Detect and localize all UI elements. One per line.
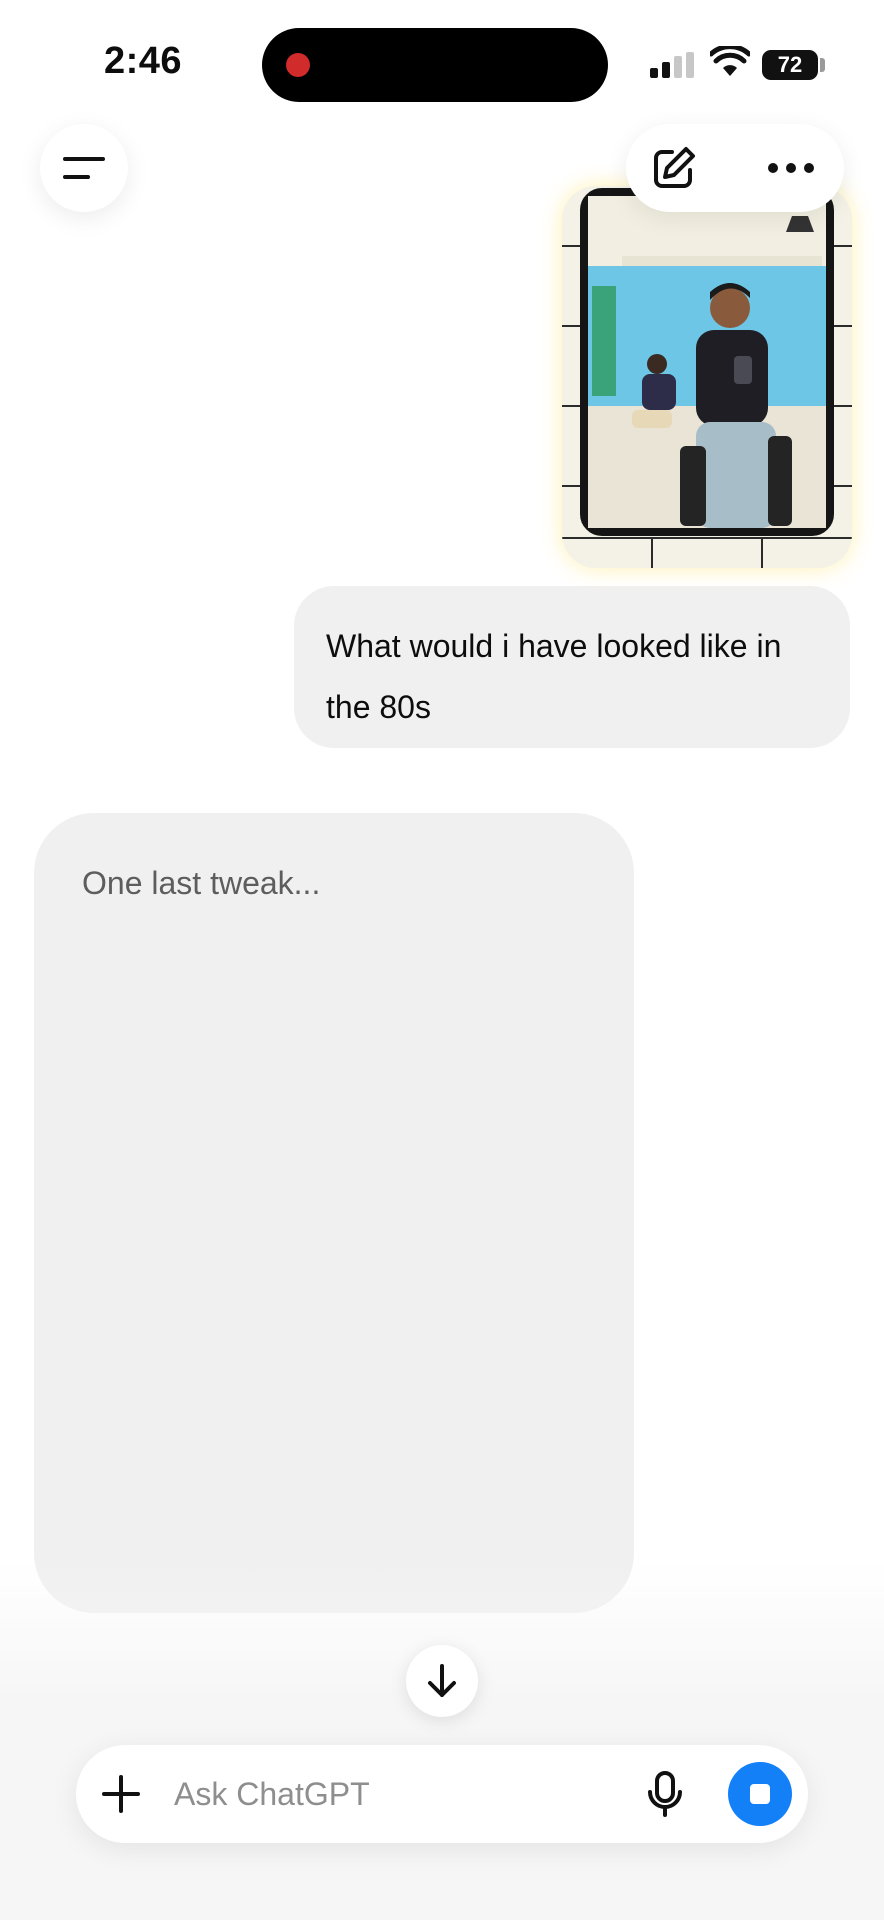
wifi-icon xyxy=(710,46,750,76)
image-generation-card: One last tweak... xyxy=(34,813,634,1613)
message-composer xyxy=(76,1745,808,1843)
battery-cap-icon xyxy=(820,58,825,72)
user-message-text: What would i have looked like in the 80s xyxy=(326,628,782,725)
stop-generation-button[interactable] xyxy=(728,1762,792,1826)
mirror-selfie-photo xyxy=(562,186,852,568)
plus-icon xyxy=(102,1775,140,1813)
message-input[interactable] xyxy=(174,1770,574,1818)
dynamic-island xyxy=(262,28,608,102)
more-dots-icon xyxy=(768,163,814,173)
voice-input-button[interactable] xyxy=(636,1765,694,1823)
scroll-to-bottom-button[interactable] xyxy=(406,1645,478,1717)
microphone-icon xyxy=(648,1771,682,1817)
arrow-down-icon xyxy=(428,1664,456,1697)
user-uploaded-image[interactable] xyxy=(562,186,852,568)
composer-background xyxy=(0,1560,884,1920)
cellular-signal-icon xyxy=(650,52,696,78)
sidebar-menu-button[interactable] xyxy=(40,124,128,212)
compose-icon xyxy=(654,147,695,188)
battery-level: 72 xyxy=(762,50,818,80)
more-options-button[interactable] xyxy=(756,140,826,196)
status-time: 2:46 xyxy=(104,40,183,82)
generation-status-text: One last tweak... xyxy=(82,865,321,901)
stop-icon xyxy=(750,1784,770,1804)
user-message-bubble: What would i have looked like in the 80s xyxy=(294,586,850,748)
header-actions xyxy=(626,124,844,212)
new-chat-button[interactable] xyxy=(646,140,702,196)
attach-button[interactable] xyxy=(92,1765,150,1823)
recording-indicator-icon xyxy=(286,53,310,77)
status-bar: 2:46 72 xyxy=(0,0,884,110)
menu-icon xyxy=(63,157,105,179)
